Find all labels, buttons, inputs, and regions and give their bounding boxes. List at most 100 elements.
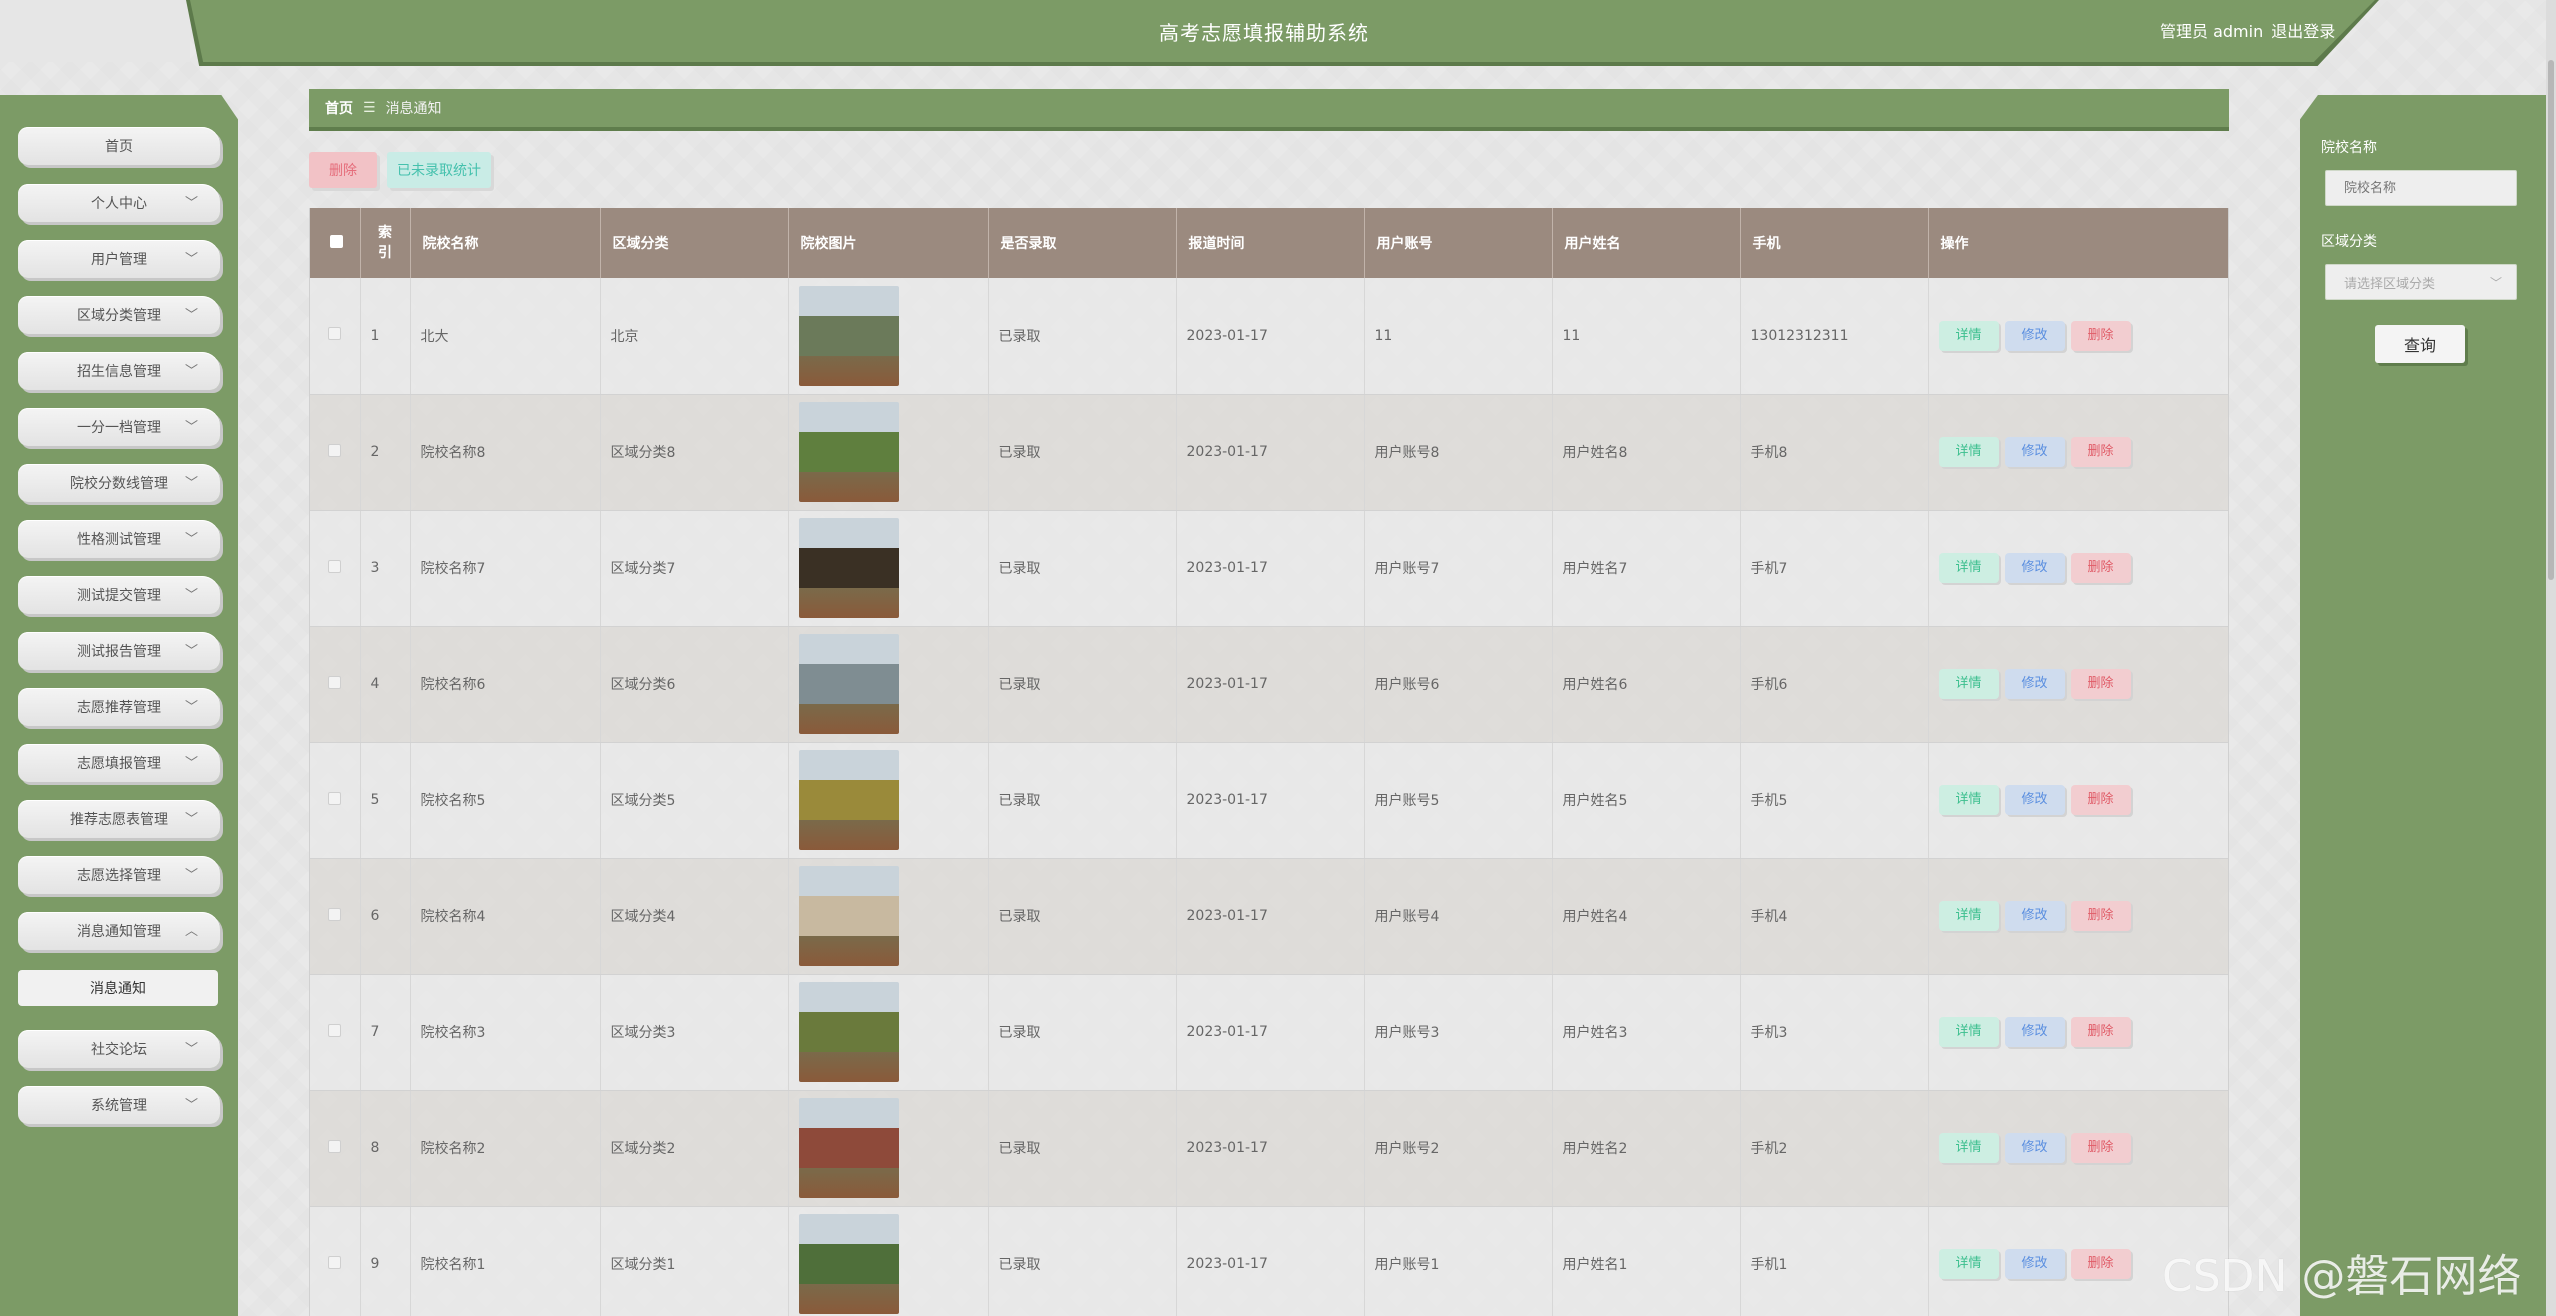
delete-button[interactable]: 删除 (2070, 901, 2131, 931)
breadcrumb-home[interactable]: 首页 (325, 98, 353, 118)
sidebar-item[interactable]: 院校分数线管理 ﹀ (18, 464, 220, 502)
edit-button[interactable]: 修改 (2004, 1249, 2065, 1279)
cell-account: 11 (1364, 278, 1553, 395)
row-checkbox[interactable] (328, 675, 341, 689)
sidebar-item[interactable]: 志愿填报管理 ﹀ (18, 744, 220, 782)
cell-region: 区域分类6 (600, 626, 789, 743)
detail-button[interactable]: 详情 (1938, 553, 1999, 583)
detail-button[interactable]: 详情 (1938, 320, 1999, 351)
detail-button[interactable]: 详情 (1938, 1249, 1999, 1279)
delete-button[interactable]: 删除 (2070, 553, 2131, 583)
scrollbar-thumb[interactable] (2548, 60, 2554, 580)
row-checkbox[interactable] (328, 1023, 341, 1037)
sidebar-item-label: 用户管理 (91, 252, 147, 268)
cell-phone: 手机7 (1740, 510, 1929, 627)
sidebar-item-label: 志愿选择管理 (77, 868, 161, 884)
chevron-down-icon: ﹀ (184, 700, 198, 715)
edit-button[interactable]: 修改 (2004, 437, 2065, 467)
row-checkbox[interactable] (328, 559, 341, 573)
detail-button[interactable]: 详情 (1938, 1133, 1999, 1163)
row-checkbox[interactable] (328, 1139, 341, 1153)
region-label: 区域分类 (2321, 234, 2377, 250)
row-checkbox[interactable] (328, 791, 341, 805)
cell-region: 区域分类2 (600, 1090, 789, 1207)
detail-button[interactable]: 详情 (1938, 1017, 1999, 1047)
sidebar-item[interactable]: 区域分类管理 ﹀ (18, 296, 220, 334)
delete-button[interactable]: 删除 (2070, 1133, 2131, 1163)
select-all-checkbox[interactable] (330, 234, 343, 248)
school-name-input[interactable] (2325, 170, 2517, 206)
cell-actions: 详情 修改 删除 (1928, 626, 2228, 743)
sidebar-item[interactable]: 消息通知管理 ︿ (18, 912, 220, 950)
delete-button[interactable]: 删除 (2070, 437, 2131, 467)
row-checkbox[interactable] (328, 1255, 341, 1269)
sidebar-item[interactable]: 社交论坛 ﹀ (18, 1030, 220, 1068)
batch-delete-button[interactable]: 删除 (309, 152, 377, 188)
cell-index: 4 (360, 626, 411, 743)
row-checkbox[interactable] (328, 327, 341, 341)
sidebar-item[interactable]: 志愿选择管理 ﹀ (18, 856, 220, 894)
delete-button[interactable]: 删除 (2070, 1017, 2131, 1047)
table-row: 7 院校名称3 区域分类3 已录取 2023-01-17 用户账号3 用户姓名3 手机3 详情修… (310, 974, 2228, 1091)
chevron-down-icon: ﹀ (184, 868, 198, 883)
sidebar-item[interactable]: 测试提交管理 ﹀ (18, 576, 220, 614)
sidebar-item[interactable]: 一分一档管理 ﹀ (18, 408, 220, 446)
cell-region: 区域分类8 (600, 394, 789, 511)
chevron-down-icon: ﹀ (184, 812, 198, 827)
school-image (798, 402, 899, 502)
breadcrumb-separator-icon: ☰ (363, 100, 376, 116)
column-header[interactable] (310, 208, 361, 278)
admission-stat-button[interactable]: 已未录取统计 (387, 152, 491, 188)
edit-button[interactable]: 修改 (2004, 320, 2065, 351)
sidebar-item[interactable]: 测试报告管理 ﹀ (18, 632, 220, 670)
data-table-wrapper[interactable]: 索引院校名称 区域分类 院校图片 是否录取 报道时间 用户账号 用户姓名 手机 操作 1 北大 北京… (309, 208, 2229, 1316)
cell-account: 用户账号4 (1364, 858, 1553, 975)
sidebar-item-label: 消息通知管理 (77, 924, 161, 940)
sidebar-item[interactable]: 系统管理 ﹀ (18, 1086, 220, 1124)
table-body: 1 北大 北京 已录取 2023-01-17 11 11 13012312311 详情 修改 删除 2… (310, 278, 2228, 1316)
detail-button[interactable]: 详情 (1938, 901, 1999, 931)
sidebar-item[interactable]: 性格测试管理 ﹀ (18, 520, 220, 558)
column-header: 手机 (1740, 208, 1929, 278)
edit-button[interactable]: 修改 (2004, 1133, 2065, 1163)
school-image (798, 982, 899, 1082)
row-checkbox[interactable] (328, 907, 341, 921)
sidebar-item[interactable]: 招生信息管理 ﹀ (18, 352, 220, 390)
cell-date: 2023-01-17 (1176, 858, 1365, 975)
delete-button[interactable]: 删除 (2070, 1249, 2131, 1279)
region-select[interactable]: 请选择区域分类 ﹀ (2325, 264, 2517, 300)
sidebar-item[interactable]: 推荐志愿表管理 ﹀ (18, 800, 220, 838)
sidebar-item[interactable]: 个人中心 ﹀ (18, 184, 220, 222)
detail-button[interactable]: 详情 (1938, 437, 1999, 467)
delete-button[interactable]: 删除 (2070, 320, 2131, 351)
row-checkbox[interactable] (328, 443, 341, 457)
detail-button[interactable]: 详情 (1938, 669, 1999, 699)
sidebar-item-label: 测试报告管理 (77, 644, 161, 660)
edit-button[interactable]: 修改 (2004, 901, 2065, 931)
page-scrollbar[interactable] (2546, 0, 2556, 1316)
delete-button[interactable]: 删除 (2070, 785, 2131, 815)
sidebar-item[interactable]: 首页 (18, 127, 220, 165)
cell-actions: 详情 修改 删除 (1928, 1090, 2228, 1207)
sidebar-item[interactable]: 用户管理 ﹀ (18, 240, 220, 278)
cell-name: 用户姓名8 (1552, 394, 1741, 511)
logout-link[interactable]: 退出登录 (2271, 22, 2335, 41)
table-header-row: 索引院校名称 区域分类 院校图片 是否录取 报道时间 用户账号 用户姓名 手机 操作 (310, 208, 2228, 278)
table-row: 8 院校名称2 区域分类2 已录取 2023-01-17 用户账号2 用户姓名2 手机2 详情修… (310, 1090, 2228, 1207)
cell-date: 2023-01-17 (1176, 394, 1365, 511)
top-header: 高考志愿填报辅助系统 管理员 admin 退出登录 (0, 0, 2556, 66)
cell-date: 2023-01-17 (1176, 974, 1365, 1091)
detail-button[interactable]: 详情 (1938, 785, 1999, 815)
edit-button[interactable]: 修改 (2004, 553, 2065, 583)
cell-school-image (788, 278, 989, 395)
edit-button[interactable]: 修改 (2004, 785, 2065, 815)
sidebar-subitem[interactable]: 消息通知 (18, 970, 218, 1006)
sidebar-item[interactable]: 志愿推荐管理 ﹀ (18, 688, 220, 726)
edit-button[interactable]: 修改 (2004, 1017, 2065, 1047)
delete-button[interactable]: 删除 (2070, 669, 2131, 699)
edit-button[interactable]: 修改 (2004, 669, 2065, 699)
cell-account: 用户账号5 (1364, 742, 1553, 859)
column-header: 区域分类 (600, 208, 789, 278)
cell-admitted: 已录取 (988, 626, 1177, 743)
query-button[interactable]: 查询 (2375, 325, 2465, 363)
